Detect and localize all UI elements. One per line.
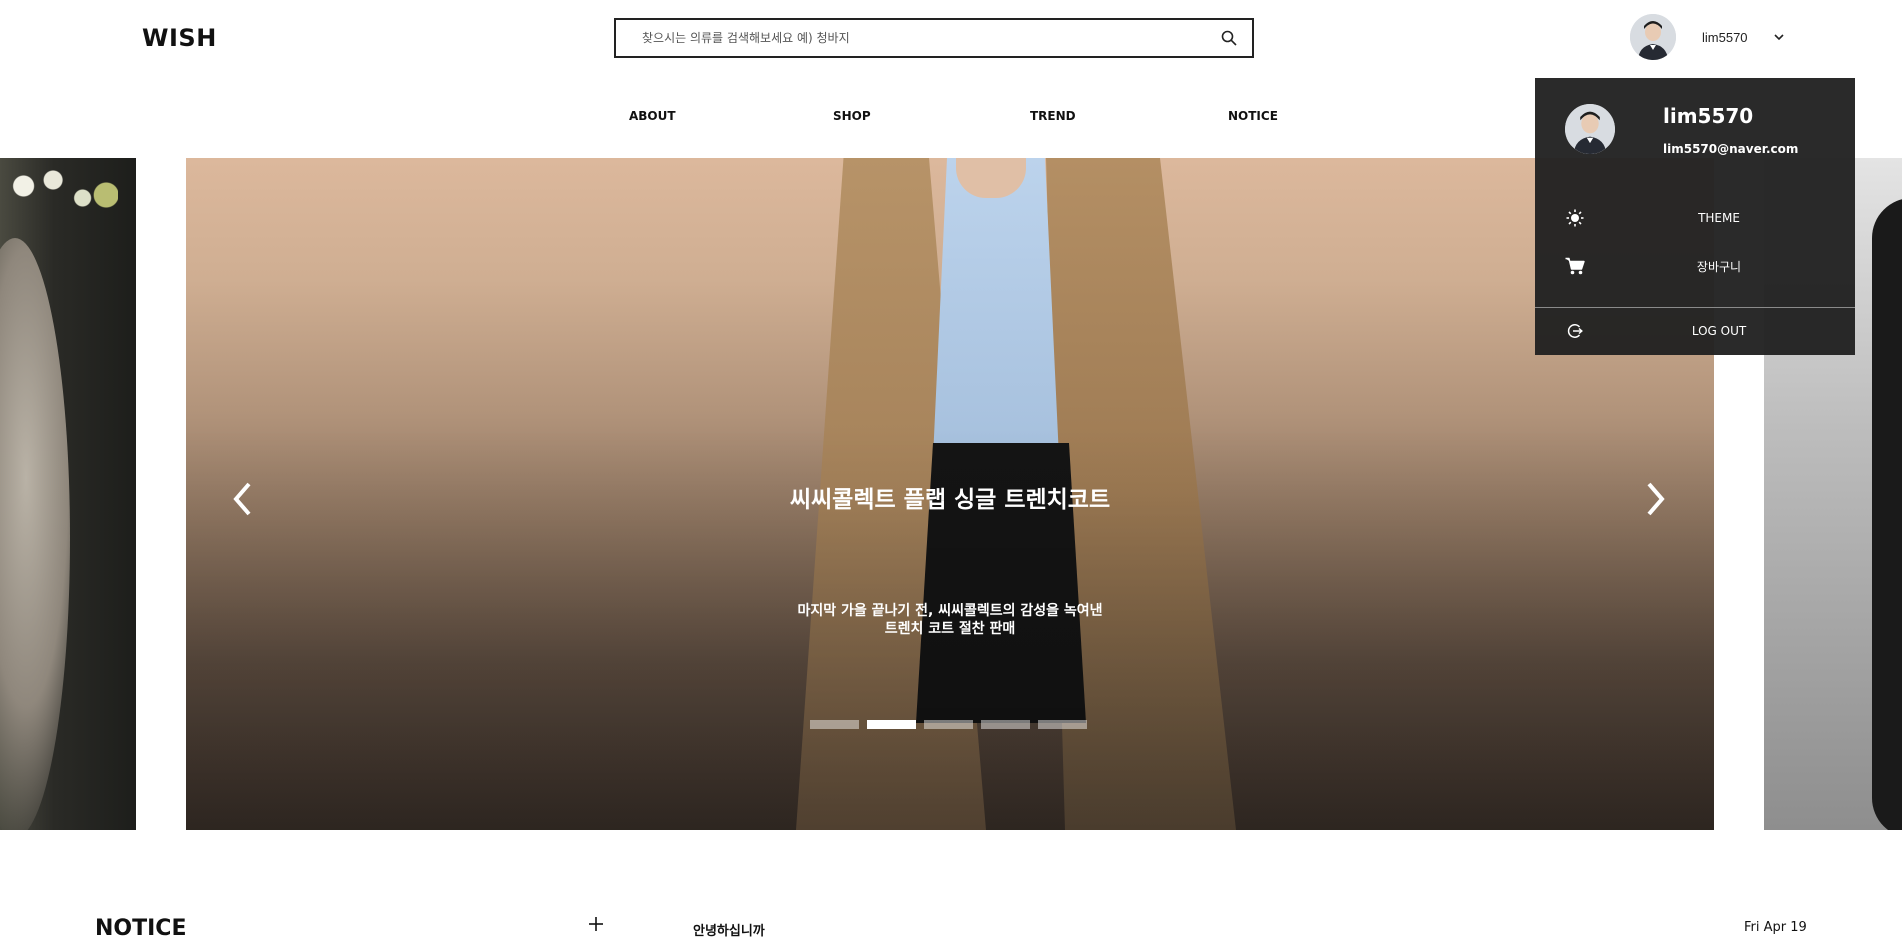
theme-menu-item[interactable]: THEME [1535,200,1855,236]
site-logo[interactable]: WISH [142,24,217,52]
prev-slide-peek [0,158,136,830]
dropdown-email: lim5570@naver.com [1663,142,1799,156]
slide-dot-1[interactable] [810,720,859,729]
hero-title: 씨씨콜렉트 플랩 싱글 트렌치코트 [789,487,1111,513]
user-menu[interactable]: lim5570 [1630,14,1786,60]
avatar [1565,104,1615,154]
nav-trend[interactable]: TREND [1030,109,1076,123]
username[interactable]: lim5570 [1702,30,1748,45]
nav-notice[interactable]: NOTICE [1228,109,1278,123]
dropdown-divider [1535,307,1855,308]
avatar[interactable] [1630,14,1676,60]
hero-slide: 씨씨콜렉트 플랩 싱글 트렌치코트 마지막 가을 끝나기 전, 씨씨콜렉트의 감… [186,158,1714,830]
slide-dot-2[interactable] [867,720,916,729]
hero-subtitle: 마지막 가을 끝나기 전, 씨씨콜렉트의 감성을 녹여낸 트렌치 코트 절찬 판… [186,602,1714,638]
search-input[interactable] [642,31,1220,45]
slide-dot-4[interactable] [981,720,1030,729]
logout-icon [1565,321,1585,341]
plus-icon[interactable] [588,916,608,936]
slide-dot-5[interactable] [1038,720,1087,729]
notice-item-date: Fri Apr 19 [1744,920,1807,935]
search-icon[interactable] [1220,29,1238,47]
cart-menu-item[interactable]: 장바구니 [1535,248,1855,284]
sun-icon [1565,208,1585,228]
nav-shop[interactable]: SHOP [833,109,871,123]
nav-about[interactable]: ABOUT [629,109,676,123]
chevron-right-icon[interactable] [1638,476,1674,522]
notice-title: NOTICE [95,916,187,940]
user-dropdown: lim5570 lim5570@naver.com THEME 장바구니 LOG… [1535,78,1855,355]
hero-subtitle-line: 마지막 가을 끝나기 전, 씨씨콜렉트의 감성을 녹여낸 [797,603,1103,619]
search-bar [614,18,1254,58]
logout-menu-item[interactable]: LOG OUT [1535,313,1855,349]
cart-icon [1565,256,1585,276]
hero-subtitle-line: 트렌치 코트 절찬 판매 [884,621,1016,637]
notice-item-title[interactable]: 안녕하십니까 [693,920,765,939]
slide-dot-3[interactable] [924,720,973,729]
slide-indicators [810,720,1087,729]
chevron-down-icon[interactable] [1772,30,1786,44]
chevron-left-icon[interactable] [224,476,260,522]
dropdown-username: lim5570 [1663,104,1754,128]
